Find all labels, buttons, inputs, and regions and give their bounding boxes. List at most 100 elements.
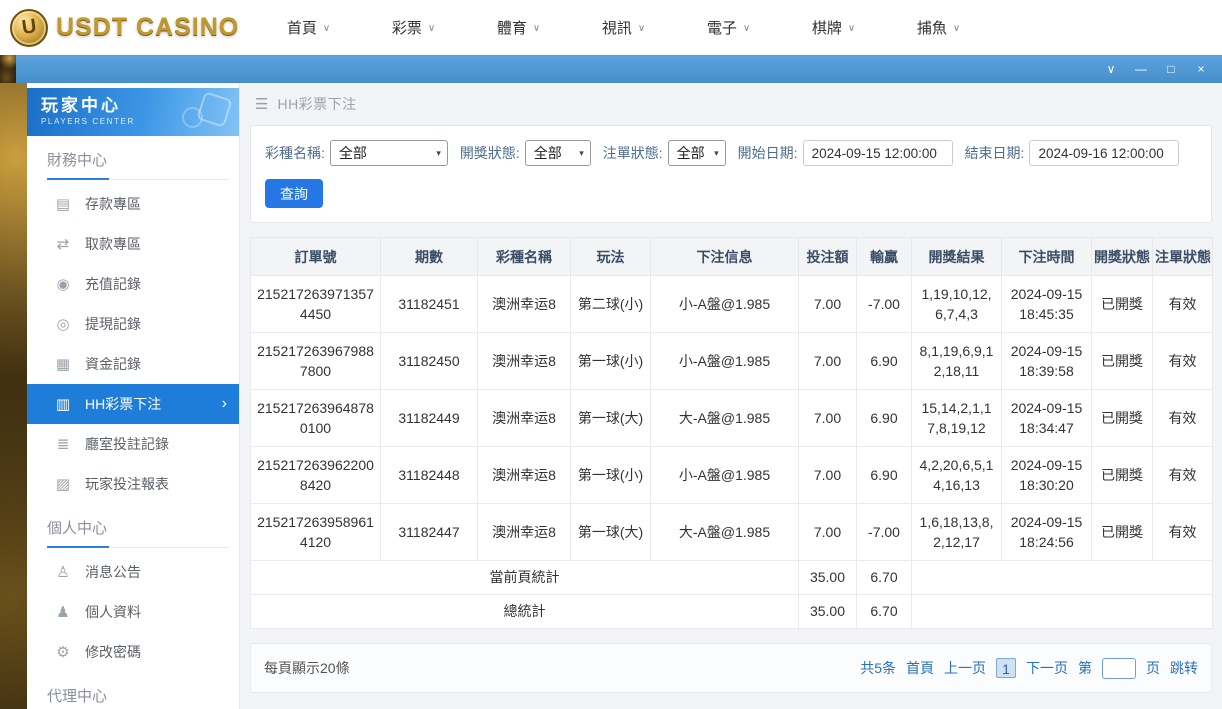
cell-order-id: 2152172639589614120: [251, 504, 381, 561]
page: U USDT CASINO 首頁 ∨ 彩票 ∨ 體育 ∨ 視訊 ∨ 電子: [0, 0, 1222, 709]
prev-page-link[interactable]: 上一页: [944, 658, 986, 678]
sidebar-item-withdrawal-record[interactable]: ◎ 提現記錄: [27, 304, 239, 344]
withdraw-icon: ⇄: [54, 235, 72, 253]
withdrawal-record-icon: ◎: [54, 315, 72, 333]
page-title: HH彩票下注: [277, 94, 356, 114]
current-page[interactable]: 1: [996, 658, 1016, 678]
funds-record-icon: ▦: [54, 355, 72, 373]
top-navbar: U USDT CASINO 首頁 ∨ 彩票 ∨ 體育 ∨ 視訊 ∨ 電子: [0, 0, 1222, 55]
sidebar-item-recharge-record[interactable]: ◉ 充值記錄: [27, 264, 239, 304]
cell-result: 15,14,2,1,17,8,19,12: [912, 390, 1002, 447]
sidebar-subtitle: PLAYERS CENTER: [41, 117, 239, 126]
sidebar-item-deposit[interactable]: ▤ 存款專區: [27, 184, 239, 224]
main-content: ☰ HH彩票下注 彩種名稱: 全部 ▾ 開獎狀態: 全部: [240, 83, 1222, 709]
draw-status-select[interactable]: 全部 ▾: [525, 140, 591, 166]
cell-result: 1,19,10,12,6,7,4,3: [912, 276, 1002, 333]
player-center-window: 玩家中心 PLAYERS CENTER 財務中心 ▤ 存款專區 ⇄ 取款專區 ◉…: [27, 83, 1222, 709]
first-page-link[interactable]: 首頁: [906, 658, 934, 678]
cell-order-status: 有效: [1153, 390, 1213, 447]
window-collapse-button[interactable]: ∨: [1096, 55, 1126, 83]
cell-win-loss: 6.90: [857, 333, 912, 390]
cell-play: 第一球(小): [571, 333, 651, 390]
end-date-filter: 結束日期:: [965, 140, 1180, 166]
search-button[interactable]: 查詢: [265, 179, 323, 208]
nav-item-lottery[interactable]: 彩票 ∨: [361, 0, 466, 55]
bet-table: 訂單號 期數 彩種名稱 玩法 下注信息 投注額 輸贏 開獎結果 下注時間 開獎狀…: [250, 237, 1213, 629]
cell-order-id: 2152172639622008420: [251, 447, 381, 504]
nav-item-home[interactable]: 首頁 ∨: [256, 0, 361, 55]
section-title: 代理中心: [47, 688, 107, 705]
cell-bet-info: 大-A盤@1.985: [651, 390, 799, 447]
cell-play: 第一球(小): [571, 447, 651, 504]
cell-period: 31182451: [381, 276, 478, 333]
col-header-bet-info: 下注信息: [651, 238, 799, 276]
cell-draw-status: 已開獎: [1092, 276, 1153, 333]
cell-result: 4,2,20,6,5,14,16,13: [912, 447, 1002, 504]
cell-lottery: 澳洲幸运8: [478, 333, 571, 390]
cell-draw-status: 已開獎: [1092, 447, 1153, 504]
next-page-link[interactable]: 下一页: [1026, 658, 1068, 678]
sidebar-section-personal: 個人中心: [47, 517, 229, 548]
sidebar-item-player-bet-report[interactable]: ▨ 玩家投注報表: [27, 464, 239, 504]
lottery-select[interactable]: 全部 ▾: [330, 140, 448, 166]
col-header-bet-time: 下注時間: [1002, 238, 1092, 276]
section-title: 個人中心: [47, 520, 107, 537]
background-art: [0, 55, 16, 83]
logo-text: USDT CASINO: [56, 13, 239, 42]
summary-row-total: 總統計 35.00 6.70: [251, 595, 1213, 629]
player-bet-report-icon: ▨: [54, 475, 72, 493]
nav-item-live-video[interactable]: 視訊 ∨: [571, 0, 676, 55]
sidebar-item-hh-lottery-bet[interactable]: ▥ HH彩票下注 ›: [27, 384, 239, 424]
nav-item-chess[interactable]: 棋牌 ∨: [781, 0, 886, 55]
cell-order-id: 2152172639713574450: [251, 276, 381, 333]
sidebar-item-profile[interactable]: ♟ 個人資料: [27, 592, 239, 632]
chevron-down-icon: ▾: [579, 148, 584, 159]
order-status-select[interactable]: 全部 ▾: [668, 140, 726, 166]
cell-win-loss: -7.00: [857, 276, 912, 333]
window-minimize-button[interactable]: —: [1126, 55, 1156, 83]
nav-item-fishing[interactable]: 捕魚 ∨: [886, 0, 991, 55]
cell-bet-info: 小-A盤@1.985: [651, 276, 799, 333]
nav-item-label: 棋牌: [812, 17, 842, 38]
order-status-filter: 注單狀態: 全部 ▾: [603, 140, 726, 166]
nav-item-label: 首頁: [287, 17, 317, 38]
sidebar-item-label: 存款專區: [85, 194, 141, 214]
hamburger-icon[interactable]: ☰: [255, 95, 268, 113]
window-maximize-button[interactable]: □: [1156, 55, 1186, 83]
sidebar: 玩家中心 PLAYERS CENTER 財務中心 ▤ 存款專區 ⇄ 取款專區 ◉…: [27, 83, 240, 709]
summary-win-loss: 6.70: [857, 561, 912, 595]
nav-item-electronic[interactable]: 電子 ∨: [676, 0, 781, 55]
cell-win-loss: -7.00: [857, 504, 912, 561]
sidebar-item-hall-bet-record[interactable]: ≣ 廳室投註記錄: [27, 424, 239, 464]
table-row: 2152172639589614120 31182447 澳洲幸运8 第一球(大…: [251, 504, 1213, 561]
sidebar-item-label: 提現記錄: [85, 314, 141, 334]
sidebar-item-change-password[interactable]: ⚙ 修改密碼: [27, 632, 239, 672]
cell-lottery: 澳洲幸运8: [478, 390, 571, 447]
content-header: ☰ HH彩票下注: [250, 83, 1212, 125]
logo[interactable]: U USDT CASINO: [0, 9, 248, 47]
summary-amount: 35.00: [799, 595, 857, 629]
window-close-button[interactable]: ×: [1186, 55, 1216, 83]
summary-win-loss: 6.70: [857, 595, 912, 629]
sidebar-item-label: 消息公告: [85, 562, 141, 582]
cell-bet-info: 小-A盤@1.985: [651, 333, 799, 390]
jump-page-input[interactable]: [1102, 658, 1136, 679]
cell-order-status: 有效: [1153, 447, 1213, 504]
sidebar-item-announcements[interactable]: ♙ 消息公告: [27, 552, 239, 592]
cell-result: 1,6,18,13,8,2,12,17: [912, 504, 1002, 561]
jump-button[interactable]: 跳转: [1170, 658, 1198, 678]
sidebar-item-withdraw[interactable]: ⇄ 取款專區: [27, 224, 239, 264]
logo-coin-icon: U: [10, 9, 48, 47]
cell-play: 第二球(小): [571, 276, 651, 333]
start-date-input[interactable]: [803, 140, 953, 166]
sidebar-item-funds-record[interactable]: ▦ 資金記錄: [27, 344, 239, 384]
sidebar-item-label: 廳室投註記錄: [85, 434, 169, 454]
draw-status-filter: 開獎狀態: 全部 ▾: [460, 140, 591, 166]
nav-item-sports[interactable]: 體育 ∨: [466, 0, 571, 55]
lottery-select-value: 全部: [339, 143, 367, 163]
summary-label: 當前頁統計: [251, 561, 799, 595]
end-date-input[interactable]: [1029, 140, 1179, 166]
chevron-down-icon: ∨: [428, 23, 435, 34]
cell-order-status: 有效: [1153, 276, 1213, 333]
table-row: 2152172639622008420 31182448 澳洲幸运8 第一球(小…: [251, 447, 1213, 504]
